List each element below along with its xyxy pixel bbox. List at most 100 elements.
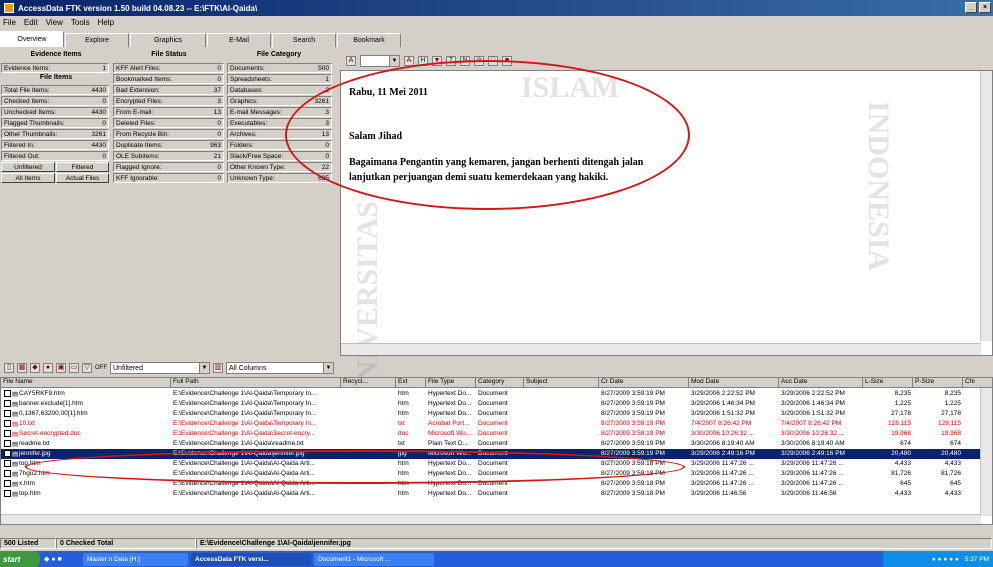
cell-acc: 3/29/2006 11:47:26 ... xyxy=(781,480,844,487)
thumbnail-view-icon[interactable]: ▦ xyxy=(17,363,27,373)
kff-alert-files[interactable]: KFF Alert Files: 0 xyxy=(113,63,224,73)
bookmark-icon[interactable]: ● xyxy=(43,363,53,373)
column-p-size[interactable]: P-Size xyxy=(913,378,963,388)
category-spreadsheets[interactable]: Spreadsheets: 1 xyxy=(227,74,332,84)
cell-path: E:\Evidence\Challenge 1\Al-Qaida\readme.… xyxy=(173,440,304,447)
copy-icon[interactable]: ▣ xyxy=(56,363,66,373)
tab-overview[interactable]: Overview xyxy=(0,31,64,47)
menu-tools[interactable]: Tools xyxy=(71,18,90,27)
from-recycle-bin[interactable]: From Recycle Bin: 0 xyxy=(113,129,224,139)
file-icon[interactable]: ▭ xyxy=(69,363,79,373)
evidence-items-count[interactable]: Evidence Items: 1 xyxy=(1,63,109,73)
column-acc-date[interactable]: Acc Date xyxy=(779,378,863,388)
taskbar-item-master-data[interactable]: Master n Data (H:) xyxy=(83,552,188,566)
taskbar-item-word[interactable]: Document1 - Microsoft ... xyxy=(314,552,434,566)
list-view-icon[interactable]: ▯ xyxy=(4,363,14,373)
font-icon[interactable]: A xyxy=(346,55,356,66)
column-cr-date[interactable]: Cr Date xyxy=(599,378,689,388)
filtered-in[interactable]: Filtered In: 4430 xyxy=(1,140,109,150)
row-checkbox[interactable] xyxy=(4,490,11,497)
list-horizontal-scrollbar[interactable] xyxy=(1,514,981,524)
menu-view[interactable]: View xyxy=(46,18,63,27)
tray-icons[interactable]: ● ● ● ● ● xyxy=(932,556,959,563)
column-file-type[interactable]: File Type xyxy=(426,378,476,388)
column-recycle[interactable]: Recycl... xyxy=(341,378,396,388)
table-row[interactable]: ▤ banner.exclude[1].htm E:\Evidence\Challe… xyxy=(1,399,981,409)
columns-icon[interactable]: ▥ xyxy=(213,363,223,373)
start-button[interactable]: start xyxy=(0,551,40,567)
tab-graphics[interactable]: Graphics xyxy=(130,33,206,47)
tab-search[interactable]: Search xyxy=(272,33,336,47)
column-chi[interactable]: Chi xyxy=(963,378,992,388)
minimize-button[interactable]: _ xyxy=(965,2,977,13)
bad-extension[interactable]: Bad Extension: 37 xyxy=(113,85,224,95)
column-category[interactable]: Category xyxy=(476,378,524,388)
cell-lsize: 19,968 xyxy=(891,430,911,437)
column-ext[interactable]: Ext xyxy=(396,378,426,388)
file-items-header: File Items xyxy=(39,74,73,81)
filter-select[interactable]: Unfiltered ▼ xyxy=(110,362,210,374)
filter-toggle-label[interactable]: OFF xyxy=(95,365,107,371)
row-checkbox[interactable] xyxy=(4,390,11,397)
table-row[interactable]: ▤ readme.txt E:\Evidence\Challenge 1\Al-Qa… xyxy=(1,439,981,449)
file-icon: ▤ xyxy=(12,411,19,418)
unfiltered-button[interactable]: Unfiltered xyxy=(1,162,55,172)
row-checkbox[interactable] xyxy=(4,400,11,407)
row-checkbox[interactable] xyxy=(4,460,11,467)
from-email[interactable]: From E-mail: 13 xyxy=(113,107,224,117)
close-button[interactable]: × xyxy=(979,2,991,13)
menu-file[interactable]: File xyxy=(3,18,16,27)
unchecked-items[interactable]: Unchecked Items: 4430 xyxy=(1,107,109,117)
cell-cr: 8/27/2009 3:59:19 PM xyxy=(601,390,665,397)
viewer-horizontal-scrollbar[interactable] xyxy=(341,343,981,355)
flagged-thumbnails[interactable]: Flagged Thumbnails: 0 xyxy=(1,118,109,128)
columns-select[interactable]: All Columns ▼ xyxy=(226,362,334,374)
taskbar-item-ftk[interactable]: AccessData FTK versi... xyxy=(191,552,311,566)
list-vertical-scrollbar[interactable] xyxy=(980,388,992,516)
tab-explore[interactable]: Explore xyxy=(65,33,129,47)
menu-help[interactable]: Help xyxy=(98,18,114,27)
tab-bookmark[interactable]: Bookmark xyxy=(337,33,401,47)
row-checkbox[interactable] xyxy=(4,420,11,427)
find-icon[interactable]: A xyxy=(404,55,414,66)
column-file-name[interactable]: File Name xyxy=(1,378,171,388)
encrypted-files[interactable]: Encrypted Files: 3 xyxy=(113,96,224,106)
flagged-ignore[interactable]: Flagged Ignore: 0 xyxy=(113,162,224,172)
kff-ignorable[interactable]: KFF Ignorable: 0 xyxy=(113,173,224,183)
filter-toggle-icon[interactable]: ▽ xyxy=(82,363,92,373)
column-subject[interactable]: Subject xyxy=(524,378,599,388)
tab-email[interactable]: E-Mail xyxy=(207,33,271,47)
row-checkbox[interactable] xyxy=(4,470,11,477)
row-checkbox[interactable] xyxy=(4,430,11,437)
report-icon[interactable]: ◆ xyxy=(30,363,40,373)
column-mod-date[interactable]: Mod Date xyxy=(689,378,779,388)
ole-subitems[interactable]: OLE Subitems: 21 xyxy=(113,151,224,161)
total-file-items[interactable]: Total File Items: 4430 xyxy=(1,85,109,95)
viewer-vertical-scrollbar[interactable] xyxy=(980,71,992,341)
other-thumbnails[interactable]: Other Thumbnails: 3261 xyxy=(1,129,109,139)
row-checkbox[interactable] xyxy=(4,450,11,457)
cell-ext: htm xyxy=(398,390,409,397)
viewer-font-select[interactable]: ▼ xyxy=(360,54,400,67)
all-items-button[interactable]: All Items xyxy=(1,173,55,183)
quick-launch-icons[interactable]: ◆ ● ■ xyxy=(40,555,80,563)
actual-files-button[interactable]: Actual Files xyxy=(56,173,109,183)
filtered-out[interactable]: Filtered Out: 0 xyxy=(1,151,109,161)
bookmarked-items[interactable]: Bookmarked Items: 0 xyxy=(113,74,224,84)
column-l-size[interactable]: L-Size xyxy=(863,378,913,388)
row-checkbox[interactable] xyxy=(4,410,11,417)
checked-items[interactable]: Checked Items: 0 xyxy=(1,96,109,106)
table-row[interactable]: ▤ 0,1367,63200,00[1].htm E:\Evidence\Chall… xyxy=(1,409,981,419)
table-row[interactable]: ▤ CAY5RKF9.htm E:\Evidence\Challenge 1\Al-… xyxy=(1,389,981,399)
table-row[interactable]: ▤ 10.txt E:\Evidence\Challenge 1\Al-Qaida\… xyxy=(1,419,981,429)
table-row[interactable]: ▤ Secret-encrypted.doc E:\Evidence\Challen… xyxy=(1,429,981,439)
duplicate-items[interactable]: Duplicate Items: 963 xyxy=(113,140,224,150)
table-row[interactable]: ▤ top.htm E:\Evidence\Challenge 1\Al-Qaida… xyxy=(1,489,981,499)
column-full-path[interactable]: Full Path xyxy=(171,378,341,388)
row-checkbox[interactable] xyxy=(4,440,11,447)
row-checkbox[interactable] xyxy=(4,480,11,487)
category-documents[interactable]: Documents: 500 xyxy=(227,63,332,73)
menu-edit[interactable]: Edit xyxy=(24,18,38,27)
filtered-button[interactable]: Filtered xyxy=(56,162,109,172)
deleted-files[interactable]: Deleted Files: 0 xyxy=(113,118,224,128)
